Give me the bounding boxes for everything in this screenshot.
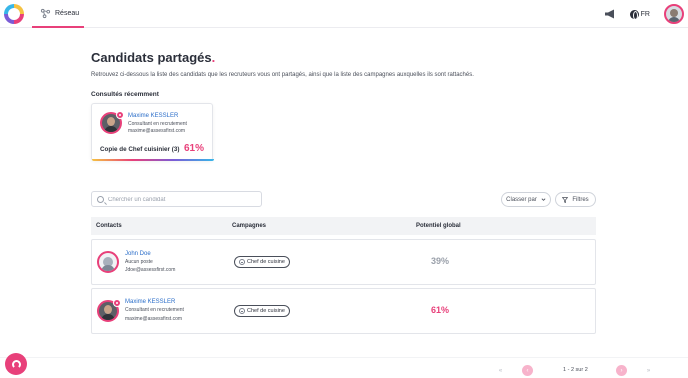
language-switch[interactable]: FR — [629, 9, 650, 20]
table-row[interactable]: John Doe Aucun poste Jdoe@assessfirst.co… — [91, 239, 596, 285]
shared-badge-icon — [113, 299, 121, 307]
potential-score: 39% — [431, 256, 450, 266]
candidate-email: maxime@assessfirst.com — [128, 128, 186, 134]
last-page-icon[interactable]: » — [643, 365, 654, 376]
potential-score: 61% — [431, 305, 450, 315]
campaign-icon — [239, 259, 245, 265]
sort-label: Classer par — [506, 196, 537, 203]
page-title: Candidats partagés. — [91, 50, 215, 65]
pagination-text: 1 - 2 sur 2 — [563, 367, 588, 373]
megaphone-icon[interactable] — [604, 9, 616, 19]
campaign-icon — [239, 308, 245, 314]
tab-reseau[interactable]: Réseau — [32, 0, 84, 28]
table-header: Contacts Campagnes Potentiel global — [91, 217, 596, 235]
campaign-name: Copie de Chef cuisinier (3) — [100, 146, 180, 153]
candidate-name[interactable]: Maxime KESSLER — [128, 113, 178, 119]
language-label: FR — [640, 10, 650, 18]
recent-section-title: Consultés récemment — [91, 91, 159, 98]
filter-label: Filtres — [572, 196, 589, 203]
footer-divider — [0, 357, 688, 358]
tab-reseau-label: Réseau — [55, 9, 80, 17]
avatar — [97, 251, 119, 273]
top-right-actions: FR — [604, 4, 684, 24]
campaign-label: Chef de cuisine — [247, 308, 285, 314]
candidate-role: Consultant en recrutement — [128, 121, 187, 127]
recent-candidate-card[interactable]: Maxime KESSLER Consultant en recrutement… — [91, 103, 214, 161]
user-avatar[interactable] — [664, 4, 684, 24]
search-box — [91, 191, 262, 207]
candidate-name[interactable]: Maxime KESSLER — [125, 299, 175, 305]
page-description: Retrouvez ci-dessous la liste des candid… — [91, 72, 474, 78]
app-logo[interactable] — [4, 4, 24, 24]
header-potential[interactable]: Potentiel global — [416, 223, 461, 229]
filter-icon — [562, 196, 569, 203]
search-icon — [97, 196, 104, 203]
card-accent-bar — [92, 159, 214, 161]
candidate-role: Consultant en recrutement — [125, 307, 184, 313]
candidate-name[interactable]: John Doe — [125, 251, 151, 257]
pagination: « ‹ 1 - 2 sur 2 › » — [495, 364, 655, 378]
network-icon — [40, 8, 51, 18]
filter-button[interactable]: Filtres — [555, 192, 596, 207]
previous-page-icon[interactable]: ‹ — [522, 365, 533, 376]
first-page-icon[interactable]: « — [495, 365, 506, 376]
sort-button[interactable]: Classer par — [501, 192, 551, 207]
candidate-email: maxime@assessfirst.com — [125, 316, 183, 322]
table-row[interactable]: Maxime KESSLER Consultant en recrutement… — [91, 288, 596, 334]
campaign-chip[interactable]: Chef de cuisine — [234, 305, 290, 317]
header-campaigns[interactable]: Campagnes — [232, 223, 266, 229]
candidate-email: Jdoe@assessfirst.com — [125, 267, 176, 273]
headset-icon — [11, 359, 21, 369]
shared-badge-icon — [116, 111, 124, 119]
page-title-text: Candidats partagés — [91, 50, 212, 65]
next-page-icon[interactable]: › — [616, 365, 627, 376]
help-chat-button[interactable] — [5, 353, 27, 375]
candidate-role: Aucun poste — [125, 259, 153, 265]
campaign-chip[interactable]: Chef de cuisine — [234, 256, 290, 268]
top-bar: Réseau FR — [0, 0, 688, 28]
header-contacts[interactable]: Contacts — [96, 223, 122, 229]
globe-icon — [629, 9, 639, 20]
page-title-dot: . — [211, 50, 216, 65]
search-input[interactable] — [108, 194, 258, 205]
chevron-down-icon — [541, 198, 546, 201]
campaign-label: Chef de cuisine — [247, 259, 285, 265]
candidate-score: 61% — [183, 143, 204, 154]
